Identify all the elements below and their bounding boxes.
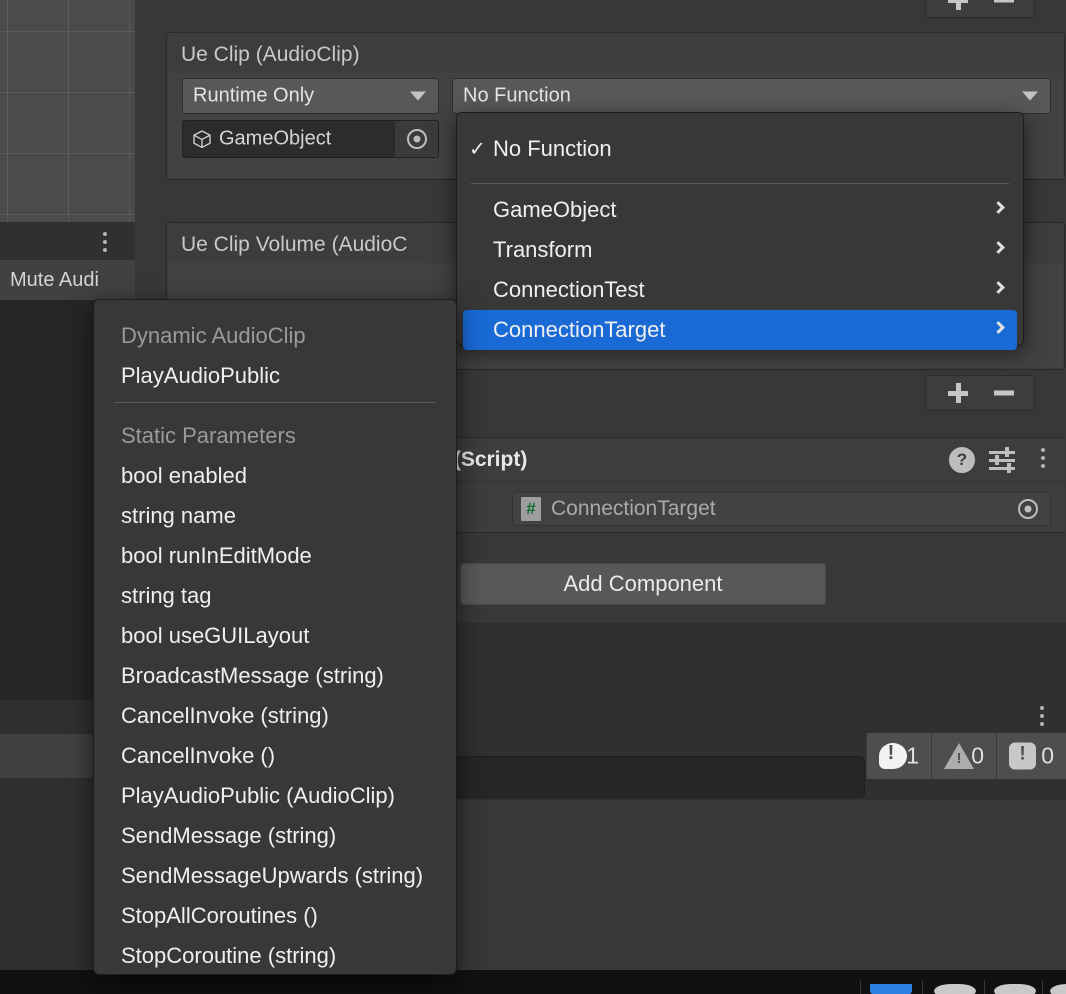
event-list-add-remove-bottom: [925, 375, 1035, 411]
grid-line-vertical: [68, 0, 69, 222]
dock-icon-c[interactable]: [1050, 984, 1066, 994]
submenu-item-sendmessage[interactable]: SendMessage (string): [100, 816, 450, 856]
object-picker-button[interactable]: [394, 121, 438, 157]
submenu-item-cancelinvoke-string[interactable]: CancelInvoke (string): [100, 696, 450, 736]
chevron-right-icon: [992, 201, 1005, 214]
add-event-button[interactable]: [948, 383, 968, 403]
submenu-item-bool-enabled[interactable]: bool enabled: [100, 456, 450, 496]
csharp-script-icon: #: [521, 497, 541, 521]
submenu-item-stopcoroutine[interactable]: StopCoroutine (string): [100, 936, 450, 976]
submenu-item-string-name[interactable]: string name: [100, 496, 450, 536]
preset-icon[interactable]: [989, 446, 1015, 473]
grid-line-vertical: [129, 0, 130, 222]
dock-separator: [1042, 980, 1043, 994]
menu-item-connectiontarget[interactable]: ConnectionTarget: [463, 310, 1017, 350]
dock-separator: [984, 980, 985, 994]
grid-line-horizontal: [0, 214, 135, 215]
submenu-item-playaudiopublic-audioclip[interactable]: PlayAudioPublic (AudioClip): [100, 776, 450, 816]
chevron-down-icon: [410, 91, 426, 101]
dock-icon-blue[interactable]: [870, 984, 912, 994]
add-component-button[interactable]: Add Component: [460, 563, 826, 605]
warning-icon: [944, 743, 974, 769]
check-icon: ✓: [469, 138, 486, 161]
grid-line-horizontal: [0, 31, 135, 32]
warning-count: 0: [971, 742, 984, 769]
menu-item-label: ConnectionTest: [493, 277, 645, 302]
menu-item-label: No Function: [493, 136, 612, 161]
cube-icon: [192, 129, 212, 149]
kebab-menu-icon[interactable]: [1040, 706, 1044, 730]
event-entry-2-title: Ue Clip Volume (AudioC: [181, 233, 408, 256]
chevron-down-icon: [1022, 91, 1038, 101]
remove-event-button[interactable]: [994, 0, 1014, 3]
menu-item-label: ConnectionTarget: [493, 317, 666, 342]
info-icon: [1009, 742, 1036, 770]
menu-item-connectiontest[interactable]: ConnectionTest: [463, 270, 1017, 310]
submenu-item-stopallcoroutines[interactable]: StopAllCoroutines (): [100, 896, 450, 936]
runtime-mode-value: Runtime Only: [193, 84, 315, 107]
kebab-menu-icon[interactable]: [1041, 447, 1045, 472]
error-counter[interactable]: 1: [866, 733, 931, 779]
menu-divider: [471, 183, 1009, 184]
menu-item-gameobject[interactable]: GameObject: [463, 190, 1017, 230]
function-dropdown[interactable]: No Function: [452, 78, 1051, 114]
grid-line-horizontal: [0, 92, 135, 93]
menu-item-label: GameObject: [493, 197, 617, 222]
event-list-add-remove-top: [925, 0, 1035, 18]
dock-separator: [860, 980, 861, 994]
scene-toolbar: Mute Audi: [0, 260, 135, 300]
submenu-header-dynamic: Dynamic AudioClip: [121, 323, 306, 348]
mute-audio-button[interactable]: Mute Audi: [10, 269, 99, 292]
runtime-mode-dropdown[interactable]: Runtime Only: [182, 78, 439, 114]
remove-event-button[interactable]: [994, 390, 1014, 396]
script-reference-value: ConnectionTarget: [551, 497, 716, 520]
function-dropdown-value: No Function: [463, 84, 571, 107]
submenu-divider: [114, 402, 436, 403]
left-panel-section-b: [0, 734, 95, 778]
function-dropdown-menu: ✓ No Function GameObject Transform Conne…: [456, 112, 1024, 350]
submenu-header-static: Static Parameters: [121, 423, 296, 448]
info-counter[interactable]: 0: [996, 733, 1066, 779]
submenu-item-broadcastmessage[interactable]: BroadcastMessage (string): [100, 656, 450, 696]
submenu-item-bool-runineditmode[interactable]: bool runInEditMode: [100, 536, 450, 576]
dock-icon-b[interactable]: [994, 984, 1036, 994]
add-event-button[interactable]: [948, 0, 968, 10]
kebab-menu-icon[interactable]: [103, 232, 107, 256]
warning-counter[interactable]: 0: [931, 733, 996, 779]
method-submenu: Dynamic AudioClip PlayAudioPublic Static…: [93, 299, 457, 975]
menu-item-label: Transform: [493, 237, 593, 262]
info-count: 0: [1041, 742, 1054, 769]
chevron-right-icon: [992, 321, 1005, 334]
menu-item-transform[interactable]: Transform: [463, 230, 1017, 270]
dock-separator: [922, 980, 923, 994]
submenu-item-cancelinvoke[interactable]: CancelInvoke (): [100, 736, 450, 776]
script-reference-field[interactable]: # ConnectionTarget: [512, 492, 1051, 526]
event-target-object-field[interactable]: GameObject: [182, 120, 439, 158]
submenu-item-string-tag[interactable]: string tag: [100, 576, 450, 616]
error-icon: [879, 742, 907, 769]
help-icon[interactable]: ?: [949, 446, 975, 473]
scene-view[interactable]: [0, 0, 135, 222]
object-picker-button[interactable]: [1006, 493, 1050, 525]
submenu-item-playaudiopublic[interactable]: PlayAudioPublic: [100, 356, 450, 396]
chevron-right-icon: [992, 241, 1005, 254]
left-panel-section-c: [0, 778, 95, 970]
grid-line-horizontal: [0, 153, 135, 154]
os-dock-icons: [860, 976, 1066, 994]
submenu-item-sendmessageupwards[interactable]: SendMessageUpwards (string): [100, 856, 450, 896]
grid-line-vertical: [7, 0, 8, 222]
menu-item-no-function[interactable]: ✓ No Function: [463, 129, 1017, 169]
left-panel-section-a: [0, 700, 95, 734]
submenu-item-bool-usegui[interactable]: bool useGUILayout: [100, 616, 450, 656]
event-entry-1-title: Ue Clip (AudioClip): [181, 43, 360, 66]
scene-view-tabbar: [0, 222, 135, 260]
error-count: 1: [906, 742, 919, 769]
chevron-right-icon: [992, 281, 1005, 294]
event-target-object-value: GameObject: [219, 127, 332, 150]
dock-icon-a[interactable]: [934, 984, 976, 994]
